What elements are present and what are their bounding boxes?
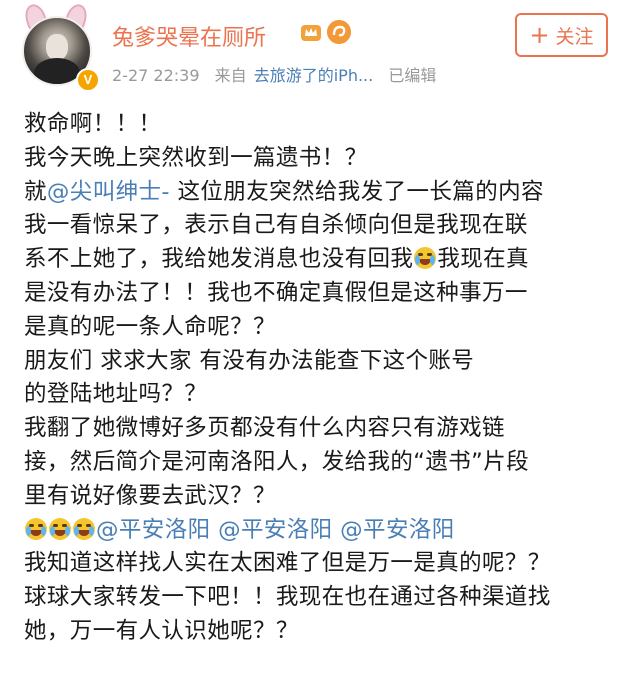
text-line: 她，万一有人认识她呢？？ — [24, 617, 299, 644]
verified-badge-icon: V — [76, 68, 100, 92]
avatar[interactable]: V — [14, 1, 100, 92]
source-link[interactable]: 去旅游了的iPh... — [254, 66, 374, 85]
text-line: 球球大家转发一下吧！！我现在也在通过各种渠道找 — [24, 584, 551, 611]
edited-label[interactable]: 已编辑 — [388, 66, 436, 85]
post-body: 救命啊！！！ 我今天晚上突然收到一篇遗书！？ 就@尖叫绅士- 这位朋友突然给我发… — [24, 108, 614, 649]
source-prefix: 来自 — [214, 66, 247, 85]
text-line: 接，然后简介是河南洛阳人，发给我的“遗书”片段 — [24, 448, 530, 475]
text-line: 我一看惊呆了，表示自己有自杀倾向但是我现在联 — [24, 212, 528, 239]
post-meta: 2-27 22:39 来自 去旅游了的iPh... 已编辑 — [112, 62, 446, 86]
cry-emoji-icon — [73, 517, 95, 540]
swirl-icon — [327, 20, 351, 44]
timestamp: 2-27 22:39 — [112, 66, 200, 85]
follow-label: 关注 — [555, 25, 594, 48]
text-line: 就@尖叫绅士- 这位朋友突然给我发了一长篇的内容 — [24, 176, 614, 210]
text-fragment: 我现在真 — [437, 246, 529, 273]
mention-link[interactable]: @尖叫绅士- — [47, 179, 170, 205]
text-fragment: 这位朋友突然给我发了一长篇的内容 — [169, 178, 544, 205]
text-line: 朋友们 求求大家 有没有办法能查下这个账号 — [24, 347, 475, 374]
text-line: 我翻了她微博好多页都没有什么内容只有游戏链 — [24, 415, 505, 442]
post-header: V 兔爹哭晕在厕所 2-27 22:39 来自 去旅游了的iPh... 已编辑 … — [0, 0, 621, 98]
mention-link[interactable]: @平安洛阳 — [96, 517, 211, 543]
cry-emoji-icon — [414, 247, 437, 270]
plus-icon: + — [529, 21, 550, 49]
avatar-body — [34, 58, 80, 84]
username[interactable]: 兔爹哭晕在厕所 — [112, 20, 266, 52]
text-line: 我知道这样找人实在太困难了但是万一是真的呢？？ — [24, 550, 551, 577]
avatar-face — [46, 34, 68, 60]
crown-icon — [301, 25, 321, 41]
text-line: 系不上她了，我给她发消息也没有回我 我现在真 — [24, 243, 614, 277]
text-line: 救命啊！！！ — [24, 111, 162, 137]
text-line: @平安洛阳 @平安洛阳 @平安洛阳 — [24, 514, 614, 548]
text-line: 的登陆地址吗？？ — [24, 381, 208, 408]
text-fragment: 就 — [24, 178, 47, 205]
text-line: 是没有办法了！！我也不确定真假但是这种事万一 — [24, 279, 528, 306]
text-line: 我今天晚上突然收到一篇遗书！？ — [24, 144, 368, 171]
text-fragment: 系不上她了，我给她发消息也没有回我 — [24, 246, 414, 273]
text-line: 是真的呢一条人命呢？？ — [24, 313, 276, 340]
cry-emoji-icon — [25, 517, 47, 540]
cry-emoji-icon — [49, 517, 71, 540]
follow-button[interactable]: + 关注 — [515, 13, 608, 57]
text-line: 里有说好像要去武汉？？ — [24, 482, 276, 509]
mention-link[interactable]: @平安洛阳 — [340, 517, 455, 543]
mention-link[interactable]: @平安洛阳 — [218, 517, 333, 543]
